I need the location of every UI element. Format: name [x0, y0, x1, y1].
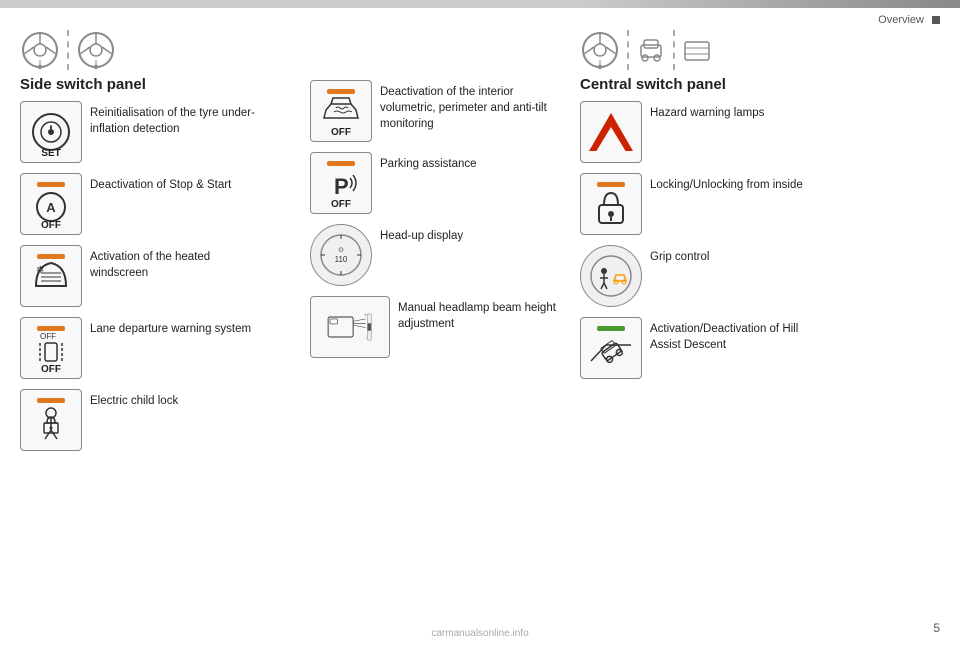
off-label: OFF — [331, 127, 351, 138]
lane-departure-label: Lane departure warning system — [90, 317, 251, 337]
car-side-icon — [636, 30, 666, 70]
watermark: carmanualsonline.info — [431, 628, 528, 639]
green-indicator — [597, 326, 625, 331]
child-lock-icon-box — [20, 389, 82, 451]
section-title: Overview — [878, 14, 924, 26]
list-item: ⊙ 110 Head-up display — [310, 224, 570, 286]
heated-windscreen-label: Activation of the heated windscreen — [90, 245, 270, 281]
hazard-lamps-icon-box — [580, 101, 642, 163]
svg-text:P: P — [334, 174, 349, 199]
off-label: OFF — [41, 364, 61, 375]
orange-indicator — [37, 182, 65, 187]
steering-wheel-right-icon — [76, 30, 116, 70]
svg-text:-: - — [365, 335, 367, 340]
stop-start-icon-box: A OFF — [20, 173, 82, 235]
orange-indicator — [37, 326, 65, 331]
hazard-lamps-label: Hazard warning lamps — [650, 101, 764, 121]
steering-wheel-left-icon — [20, 30, 60, 70]
svg-text:⊙: ⊙ — [338, 247, 344, 254]
section-header: Overview — [878, 14, 940, 26]
orange-indicator — [37, 398, 65, 403]
headlamp-adjustment-icon-box: + - — [310, 296, 390, 358]
off-label: OFF — [41, 220, 61, 231]
off-label: OFF — [331, 199, 351, 210]
svg-text:!: ! — [49, 122, 54, 138]
head-up-display-icon: ⊙ 110 — [316, 230, 366, 280]
svg-text:❄: ❄ — [36, 265, 44, 276]
list-item: Activation/Deactivation of Hill Assist D… — [580, 317, 940, 379]
svg-text:OFF: OFF — [40, 332, 56, 341]
svg-text:110: 110 — [335, 255, 348, 264]
interior-deactivation-icon-box: OFF — [310, 80, 372, 142]
grip-control-icon — [586, 251, 636, 301]
separator-line — [673, 30, 675, 70]
hazard-triangle-inner — [594, 127, 628, 155]
head-up-display-icon-box: ⊙ 110 — [310, 224, 372, 286]
list-item: ! SET Reinitialisation of the tyre under… — [20, 101, 300, 163]
separator-line — [627, 30, 629, 70]
grip-control-label: Grip control — [650, 245, 709, 265]
list-item: Grip control — [580, 245, 940, 307]
orange-indicator — [327, 89, 355, 94]
main-content: Side switch panel ! SET Reinitialisation… — [20, 30, 940, 619]
head-up-display-label: Head-up display — [380, 224, 463, 244]
steering-wheel-left-icon — [580, 30, 620, 70]
child-lock-label: Electric child lock — [90, 389, 178, 409]
interior-deactivation-label: Deactivation of the interior volumetric,… — [380, 80, 560, 132]
right-panel-header-icons — [580, 30, 940, 70]
header-dot-icon — [932, 16, 940, 24]
list-item: + - Manual headlamp beam height adjustme… — [310, 296, 570, 358]
hill-assist-icon-box — [580, 317, 642, 379]
list-item: P OFF Parking assistance — [310, 152, 570, 214]
header-bar — [0, 0, 960, 8]
list-item: Electric child lock — [20, 389, 300, 451]
separator-line — [67, 30, 69, 70]
headlamp-adjustment-label: Manual headlamp beam height adjustment — [398, 296, 570, 332]
headlamp-adjustment-icon: + - — [325, 302, 375, 352]
lane-departure-icon-box: OFF OFF — [20, 317, 82, 379]
hazard-triangle-wrapper — [589, 113, 633, 151]
orange-indicator — [37, 254, 65, 259]
heated-windscreen-icon-box: ❄ — [20, 245, 82, 307]
left-panel: Side switch panel ! SET Reinitialisation… — [20, 30, 300, 619]
left-panel-header-icons — [20, 30, 300, 70]
grip-control-icon-box — [580, 245, 642, 307]
middle-panel: OFF Deactivation of the interior volumet… — [310, 30, 570, 619]
list-item: ❄ Activation of the heated windscreen — [20, 245, 300, 307]
locking-unlocking-label: Locking/Unlocking from inside — [650, 173, 803, 193]
right-panel: Central switch panel Hazard warning lamp… — [580, 30, 940, 619]
set-label: SET — [41, 148, 60, 159]
tyre-reinitialisation-label: Reinitialisation of the tyre under-infla… — [90, 101, 270, 137]
orange-indicator — [327, 161, 355, 166]
tyre-reinitialisation-icon-box: ! SET — [20, 101, 82, 163]
list-item: OFF Deactivation of the interior volumet… — [310, 80, 570, 142]
page-number: 5 — [933, 621, 940, 635]
left-panel-title: Side switch panel — [20, 76, 300, 93]
svg-text:A: A — [46, 200, 56, 215]
list-item: OFF OFF Lane departure warning system — [20, 317, 300, 379]
parking-assistance-label: Parking assistance — [380, 152, 477, 172]
list-item: Locking/Unlocking from inside — [580, 173, 940, 235]
stop-start-label: Deactivation of Stop & Start — [90, 173, 231, 193]
hill-assist-label: Activation/Deactivation of Hill Assist D… — [650, 317, 830, 353]
orange-indicator — [597, 182, 625, 187]
svg-text:+: + — [364, 312, 367, 317]
parking-assistance-icon-box: P OFF — [310, 152, 372, 214]
list-item: A OFF Deactivation of Stop & Start — [20, 173, 300, 235]
right-panel-title: Central switch panel — [580, 76, 940, 93]
list-item: Hazard warning lamps — [580, 101, 940, 163]
car-panel-icon — [682, 30, 712, 70]
locking-unlocking-icon-box — [580, 173, 642, 235]
